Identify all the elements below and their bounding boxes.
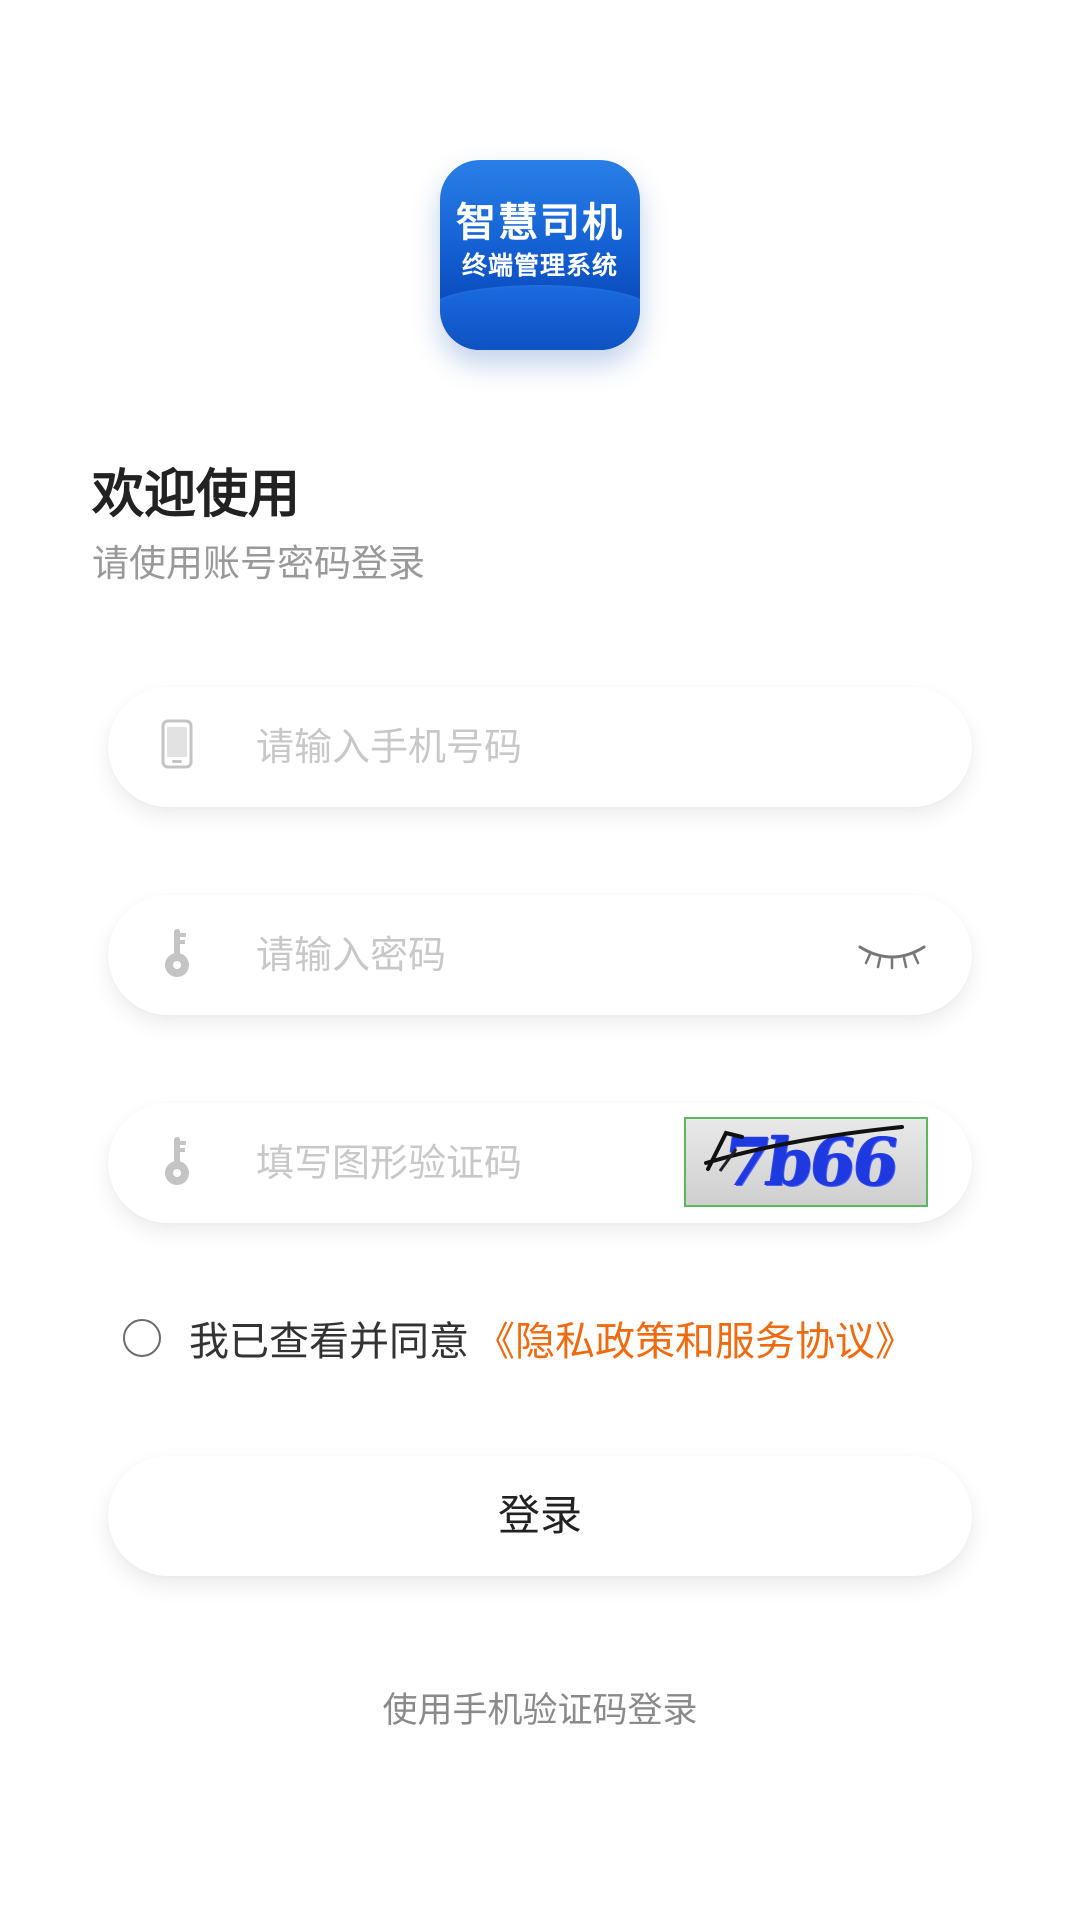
welcome-title: 欢迎使用	[92, 465, 301, 525]
login-page: 智慧司机 终端管理系统 欢迎使用 请使用账号密码登录 请输入手机号码 填写图形验…	[0, 0, 1080, 1920]
phone-input[interactable]	[256, 715, 776, 779]
captcha-image[interactable]: 7b66	[684, 1117, 928, 1207]
sms-login-link[interactable]: 使用手机验证码登录	[0, 1682, 1080, 1733]
key-icon	[165, 929, 189, 977]
welcome-subtitle: 请使用账号密码登录	[92, 542, 425, 585]
agreement-checkbox[interactable]	[123, 1319, 161, 1357]
agreement-row: 我已查看并同意 《隐私政策和服务协议》	[123, 1313, 915, 1365]
logo-subtitle: 终端管理系统	[461, 251, 618, 280]
agreement-text: 我已查看并同意	[189, 1319, 469, 1365]
login-button[interactable]: 登录	[108, 1456, 972, 1576]
phone-icon	[161, 719, 193, 769]
phone-field[interactable]	[108, 687, 972, 807]
captcha-input[interactable]	[256, 1131, 656, 1195]
key-icon	[165, 1137, 189, 1185]
logo-title: 智慧司机	[456, 200, 624, 246]
password-field[interactable]	[108, 895, 972, 1015]
captcha-noise-lines	[704, 1125, 904, 1172]
app-logo: 智慧司机 终端管理系统	[440, 160, 640, 350]
captcha-field[interactable]: 7b66	[108, 1103, 972, 1223]
password-input[interactable]	[256, 923, 776, 987]
privacy-policy-link[interactable]: 《隐私政策和服务协议》	[475, 1309, 915, 1367]
eye-closed-icon[interactable]	[856, 937, 928, 973]
